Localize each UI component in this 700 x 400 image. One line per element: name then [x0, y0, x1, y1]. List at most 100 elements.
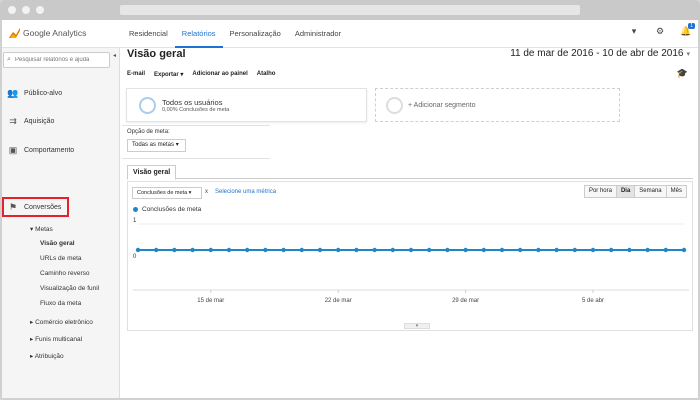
gear-icon[interactable]: ⚙ — [654, 26, 666, 37]
data-point — [536, 247, 541, 253]
y-tick-label: 1 — [133, 218, 137, 224]
tab-personalizacao[interactable]: Personalização — [223, 20, 288, 48]
tab-administrador[interactable]: Administrador — [288, 20, 348, 48]
minimize-dot[interactable] — [22, 6, 30, 14]
x-tick-label: 29 de mar — [452, 298, 479, 304]
data-point — [281, 247, 286, 253]
metas-toggle[interactable]: ▾ Metas — [30, 225, 53, 233]
search-input[interactable] — [15, 55, 107, 65]
x-tick-label: 15 de mar — [197, 298, 224, 304]
segment-title: Todos os usuários — [162, 98, 223, 107]
remove-metric-button[interactable]: x — [205, 189, 208, 195]
window-controls — [8, 6, 44, 14]
sidebar-item-label: Público-alvo — [24, 89, 63, 97]
data-point — [681, 247, 687, 253]
browser-window: Google Analytics Residencial Relatórios … — [0, 0, 700, 400]
export-button[interactable]: Exportar ▾ — [154, 71, 183, 78]
highlight-box — [2, 197, 69, 217]
page-title: Visão geral — [127, 48, 186, 60]
sidebar-item-publico-alvo[interactable]: 👥 Público-alvo — [2, 85, 120, 101]
data-point — [263, 247, 268, 253]
data-point — [154, 247, 159, 253]
submenu-visualizacao-funil[interactable]: Visualização de funil — [40, 285, 99, 292]
bell-icon[interactable]: 🔔 1 — [680, 23, 695, 37]
submenu-urls-de-meta[interactable]: URLs de meta — [40, 255, 82, 262]
segment-card[interactable]: Todos os usuários 0,00% Conclusões de me… — [126, 88, 367, 122]
search-box[interactable]: ⌕ — [3, 52, 110, 68]
report-tab-bar: Visão geral — [127, 161, 693, 180]
tab-residencial[interactable]: Residencial — [122, 20, 175, 48]
email-button[interactable]: E-mail — [127, 71, 145, 78]
section-label: Atribuição — [34, 353, 64, 360]
notification-badge: 1 — [688, 23, 695, 29]
maximize-dot[interactable] — [36, 6, 44, 14]
granularity-buttons: Por hora Dia Semana Mês — [583, 185, 687, 198]
add-segment-label: + Adicionar segmento — [408, 102, 476, 109]
report-toolbar: E-mail Exportar ▾ Adicionar ao painel At… — [127, 71, 275, 78]
data-point — [463, 247, 468, 253]
select-metric-link[interactable]: Selecione uma métrica — [215, 189, 276, 195]
sidebar-item-aquisicao[interactable]: ⇉ Aquisição — [2, 113, 120, 129]
data-point — [317, 247, 323, 253]
graduation-cap-icon[interactable]: 🎓 — [677, 68, 688, 79]
data-point — [554, 247, 559, 253]
x-tick-label: 22 de mar — [325, 298, 352, 304]
chart-expand-handle[interactable]: ▾ — [404, 323, 430, 329]
data-point — [172, 247, 177, 253]
section-label: Comércio eletrônico — [35, 319, 93, 326]
section-comercio-eletronico[interactable]: ▸ Comércio eletrônico — [30, 318, 93, 326]
section-atribuicao[interactable]: ▸ Atribuição — [30, 352, 64, 360]
submenu-caminho-reverso[interactable]: Caminho reverso — [40, 270, 90, 277]
goal-option-value: Todas as metas — [132, 142, 175, 148]
submenu-visao-geral[interactable]: Visão geral — [40, 240, 75, 247]
data-point — [645, 247, 650, 253]
people-icon: 👥 — [7, 87, 19, 98]
browser-titlebar — [0, 0, 700, 20]
window-icon: ▣ — [8, 144, 18, 155]
metric-select-value: Conclusões de meta — [137, 190, 188, 196]
add-to-dashboard-button[interactable]: Adicionar ao painel — [192, 71, 247, 78]
main-content: Visão geral 11 de mar de 2016 - 10 de ab… — [122, 48, 698, 398]
data-point — [481, 247, 486, 253]
granularity-day-button[interactable]: Dia — [615, 185, 636, 198]
granularity-hour-button[interactable]: Por hora — [583, 185, 617, 198]
address-bar[interactable] — [120, 5, 580, 15]
data-point — [499, 247, 505, 253]
dropdown-caret-icon[interactable]: ▾ — [628, 26, 640, 37]
chart-panel: Conclusões de meta ▾ x Selecione uma mét… — [127, 181, 693, 331]
data-point — [135, 247, 141, 253]
goal-option-select[interactable]: Todas as metas ▾ — [127, 139, 186, 152]
shortcut-button[interactable]: Atalho — [257, 71, 276, 78]
data-point — [590, 247, 596, 253]
date-range-picker[interactable]: 11 de mar de 2016 - 10 de abr de 2016 ▾ — [510, 48, 690, 59]
data-point — [299, 247, 304, 253]
sidebar-item-label: Comportamento — [24, 146, 75, 154]
data-point — [245, 247, 250, 253]
data-point — [354, 247, 359, 253]
sidebar: ⌕ ◂ 👥 Público-alvo ⇉ Aquisição ▣ Comport… — [2, 48, 120, 398]
data-point — [226, 247, 232, 253]
logo[interactable]: Google Analytics — [9, 28, 86, 38]
top-navigation: Google Analytics Residencial Relatórios … — [2, 20, 698, 48]
metric-select[interactable]: Conclusões de meta ▾ — [132, 187, 202, 199]
granularity-week-button[interactable]: Semana — [634, 185, 667, 198]
data-point — [518, 247, 523, 253]
add-segment-button[interactable]: + Adicionar segmento — [375, 88, 620, 122]
data-point — [190, 247, 195, 253]
submenu-fluxo-da-meta[interactable]: Fluxo da meta — [40, 300, 81, 307]
section-funis-multicanal[interactable]: ▸ Funis multicanal — [30, 335, 82, 343]
divider — [122, 125, 270, 126]
collapse-sidebar-icon[interactable]: ◂ — [113, 52, 116, 59]
tab-visao-geral[interactable]: Visão geral — [127, 165, 177, 180]
data-point — [427, 247, 432, 253]
tab-relatorios[interactable]: Relatórios — [174, 20, 223, 48]
granularity-month-button[interactable]: Mês — [665, 185, 687, 198]
date-range-text: 11 de mar de 2016 - 10 de abr de 2016 — [510, 48, 684, 59]
data-point — [609, 247, 614, 253]
line-chart: 1 0 15 de mar 22 de mar 29 de mar 5 de abr — [133, 218, 689, 304]
close-dot[interactable] — [8, 6, 16, 14]
segment-subtitle: 0,00% Conclusões de meta — [162, 107, 230, 113]
sidebar-item-label: Aquisição — [24, 117, 55, 125]
sidebar-item-comportamento[interactable]: ▣ Comportamento — [2, 142, 120, 158]
top-icons: ▾ ⚙ 🔔 1 — [628, 23, 695, 37]
